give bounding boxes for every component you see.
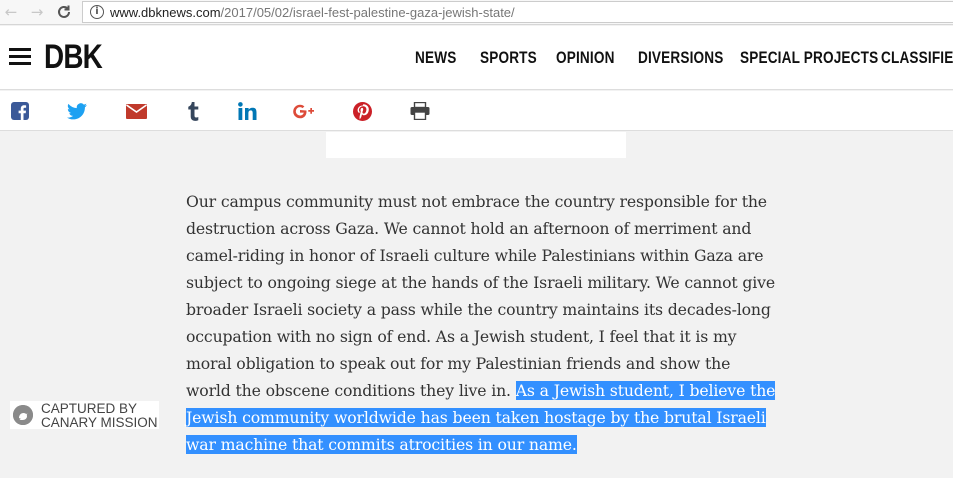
- article-text: Our campus community must not embrace th…: [186, 192, 775, 400]
- nav-item-classifieds[interactable]: CLASSIFIEDS: [881, 48, 953, 68]
- canary-mission-watermark: CAPTURED BY CANARY MISSION: [10, 401, 159, 430]
- pinterest-icon[interactable]: [351, 100, 373, 122]
- share-bar: [0, 91, 953, 131]
- nav-item-special-projects[interactable]: SPECIAL PROJECTS: [740, 48, 878, 68]
- nav-item-sports[interactable]: SPORTS: [480, 48, 537, 68]
- watermark-line-2: CANARY MISSION: [41, 415, 158, 430]
- google-plus-icon[interactable]: [293, 100, 315, 122]
- facebook-icon[interactable]: [9, 100, 31, 122]
- twitter-icon[interactable]: [66, 100, 88, 122]
- back-arrow-icon[interactable]: ←: [2, 3, 20, 21]
- reload-icon[interactable]: [55, 3, 73, 21]
- url-text[interactable]: www.dbknews.com/2017/05/02/israel-fest-p…: [110, 5, 515, 20]
- url-path: /2017/05/02/israel-fest-palestine-gaza-j…: [220, 5, 515, 20]
- watermark-text: CAPTURED BY CANARY MISSION: [41, 402, 158, 430]
- nav-item-opinion[interactable]: OPINION: [556, 48, 615, 68]
- tumblr-icon[interactable]: [182, 100, 204, 122]
- ad-placeholder: [326, 132, 626, 158]
- email-icon[interactable]: [125, 100, 147, 122]
- linkedin-icon[interactable]: [236, 100, 258, 122]
- forward-arrow-icon[interactable]: →: [28, 3, 46, 21]
- print-icon[interactable]: [409, 100, 431, 122]
- site-header: DBK NEWS SPORTS OPINION DIVERSIONS SPECI…: [0, 26, 953, 90]
- url-host: www.dbknews.com: [110, 5, 221, 20]
- canary-logo-icon: [13, 405, 33, 425]
- address-bar[interactable]: i www.dbknews.com/2017/05/02/israel-fest…: [82, 1, 953, 23]
- site-info-icon[interactable]: i: [90, 5, 104, 19]
- site-logo[interactable]: DBK: [44, 39, 103, 75]
- browser-toolbar: ← → i www.dbknews.com/2017/05/02/israel-…: [0, 0, 953, 25]
- watermark-line-1: CAPTURED BY: [41, 401, 138, 416]
- article-paragraph: Our campus community must not embrace th…: [186, 188, 776, 458]
- nav-item-diversions[interactable]: DIVERSIONS: [638, 48, 723, 68]
- nav-item-news[interactable]: NEWS: [415, 48, 456, 68]
- hamburger-menu-icon[interactable]: [9, 48, 31, 66]
